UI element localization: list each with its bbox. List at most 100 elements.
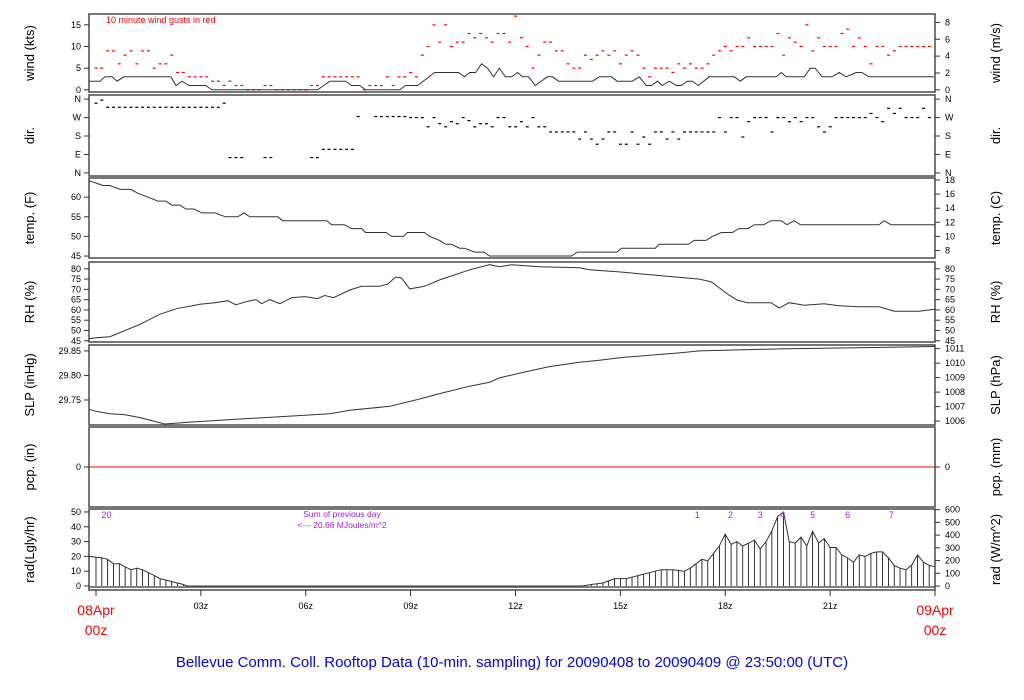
rad-rtick-label: 200: [945, 556, 960, 566]
wind-rtick-label: 8: [945, 17, 950, 27]
rad-ytick-label: 10: [71, 566, 81, 576]
wind-speed-line: [89, 63, 934, 91]
rh-ytick-label: 80: [71, 264, 81, 274]
sun-hour-mark: 6: [845, 510, 850, 520]
rh-ytick-label: 60: [71, 305, 81, 315]
rad-rtick-label: 500: [945, 517, 960, 527]
dir-rtick-label: N: [945, 94, 952, 104]
pcp-ylabel-right: pcp. (mm): [988, 438, 1003, 497]
time-tick-label: 12z: [508, 601, 523, 611]
dir-ytick-label: N: [75, 168, 82, 178]
time-tick-label: 09z: [403, 601, 418, 611]
dir-ylabel: dir.: [22, 127, 37, 144]
pcp-ylabel: pcp. (in): [22, 444, 37, 491]
temp-line: [88, 180, 935, 257]
daily-sum-annotation: <--- 20.66 MJoules/m^2: [297, 520, 387, 530]
time-tick-label: 03z: [194, 601, 209, 611]
dir-ylabel-right: dir.: [988, 127, 1003, 144]
panel-pcp: pcp. (in) pcp. (mm) 0 0: [22, 426, 1003, 508]
end-date-label: 09Apr: [916, 602, 954, 618]
slp-rtick-label: 1011: [945, 344, 964, 354]
temp-ylabel: temp. (F): [22, 192, 37, 245]
rh-ylabel-right: RH (%): [988, 281, 1003, 324]
dir-ytick-label: W: [73, 113, 82, 123]
start-time-label: 00z: [85, 622, 108, 638]
panel-dir: dir. dir.NESWNNESWN: [22, 94, 1003, 178]
rad-rtick-label: 300: [945, 543, 960, 553]
rad-ytick-label: 0: [76, 581, 81, 591]
rad-rtick-label: 100: [945, 568, 960, 578]
rh-frame: [88, 261, 936, 343]
slp-rtick-label: 1009: [945, 373, 965, 383]
rad-ytick-label: 50: [71, 507, 81, 517]
weather-station-chart: wind (kts) wind (m/s)0510150246810 minute…: [22, 13, 1003, 671]
start-date-label: 08Apr: [77, 602, 115, 618]
temp-rtick-label: 12: [945, 217, 955, 227]
panel-rad: rad(Lgly/hr) rad (W/m^2)01020304050010020…: [22, 505, 1003, 591]
temp-frame: [88, 177, 936, 259]
slp-rtick-label: 1010: [945, 358, 965, 368]
slp-ytick-label: 29.80: [58, 370, 81, 380]
wind-ylabel: wind (kts): [22, 25, 37, 82]
temp-ylabel-right: temp. (C): [988, 191, 1003, 245]
temp-rtick-label: 10: [945, 231, 955, 241]
dir-ytick-label: E: [75, 149, 81, 159]
panels: wind (kts) wind (m/s)0510150246810 minute…: [22, 13, 1003, 591]
time-axis: 03z 06z 09z 12z 15z 18z 21z 08Apr 00z 09Apr 00z: [77, 590, 954, 638]
dir-ytick-label: N: [75, 94, 82, 104]
pcp-rtick-label: 0: [945, 462, 950, 472]
wind-ytick-label: 15: [71, 20, 81, 30]
slp-line: [88, 346, 936, 425]
temp-rtick-label: 14: [945, 203, 955, 213]
temp-rtick-label: 18: [945, 175, 955, 185]
rad-line: [88, 511, 936, 587]
rh-ylabel: RH (%): [22, 281, 37, 324]
sun-hour-mark: 2: [728, 510, 733, 520]
sun-hour-mark: 7: [889, 510, 894, 520]
slp-ytick-label: 29.85: [58, 346, 81, 356]
rh-line: [88, 264, 936, 340]
rh-ytick-label: 70: [71, 284, 81, 294]
dir-rtick-label: S: [945, 131, 951, 141]
time-tick-label: 21z: [823, 601, 838, 611]
slp-ylabel-right: SLP (hPa): [988, 355, 1003, 415]
sun-hour-mark: 3: [758, 510, 763, 520]
temp-rtick-label: 8: [945, 246, 950, 256]
dir-ytick-label: S: [75, 131, 81, 141]
gust-annotation: 10 minute wind gusts in red: [106, 15, 216, 25]
rad-ytick-label: 40: [71, 522, 81, 532]
rh-rtick-label: 65: [945, 295, 955, 305]
panel-temp: temp. (F) temp. (C) 45 50 55 60 8 10 12 14 16 18: [22, 175, 1003, 261]
panel-wind: wind (kts) wind (m/s)0510150246810 minute…: [22, 13, 1003, 95]
wind-rtick-label: 6: [945, 34, 950, 44]
rh-rtick-label: 50: [945, 325, 955, 335]
slp-frame: [88, 344, 936, 426]
panel-slp: SLP (inHg) SLP (hPa) 29.75 29.80 29.85 1006 10…: [22, 344, 1003, 426]
rh-ytick-label: 50: [71, 325, 81, 335]
wind-frame: [88, 13, 936, 93]
wind-ytick-label: 10: [71, 42, 81, 52]
sun-hour-mark: 4: [780, 510, 785, 520]
sun-hour-mark: 1: [695, 510, 700, 520]
dir-rtick-label: E: [945, 149, 951, 159]
rad-ylabel: rad(Lgly/hr): [22, 516, 37, 582]
slp-rtick-label: 1008: [945, 387, 965, 397]
wind-rtick-label: 2: [945, 68, 950, 78]
slp-ytick-label: 29.75: [58, 395, 81, 405]
sun-hour-mark: 5: [810, 510, 815, 520]
rh-rtick-label: 70: [945, 284, 955, 294]
rh-ytick-label: 45: [71, 336, 81, 346]
wind-ylabel-right: wind (m/s): [988, 23, 1003, 84]
rad-rtick-label: 0: [945, 581, 950, 591]
slp-ylabel: SLP (inHg): [22, 353, 37, 416]
temp-rtick-label: 16: [945, 189, 955, 199]
rh-rtick-label: 75: [945, 274, 955, 284]
wind-ytick-label: 5: [76, 63, 81, 73]
sun-hour-mark: 20: [101, 510, 111, 520]
wind-rtick-label: 4: [945, 51, 950, 61]
rh-rtick-label: 60: [945, 305, 955, 315]
time-tick-label: 15z: [613, 601, 628, 611]
rad-rtick-label: 600: [945, 505, 960, 515]
rh-rtick-label: 55: [945, 315, 955, 325]
temp-ytick-label: 55: [71, 212, 81, 222]
